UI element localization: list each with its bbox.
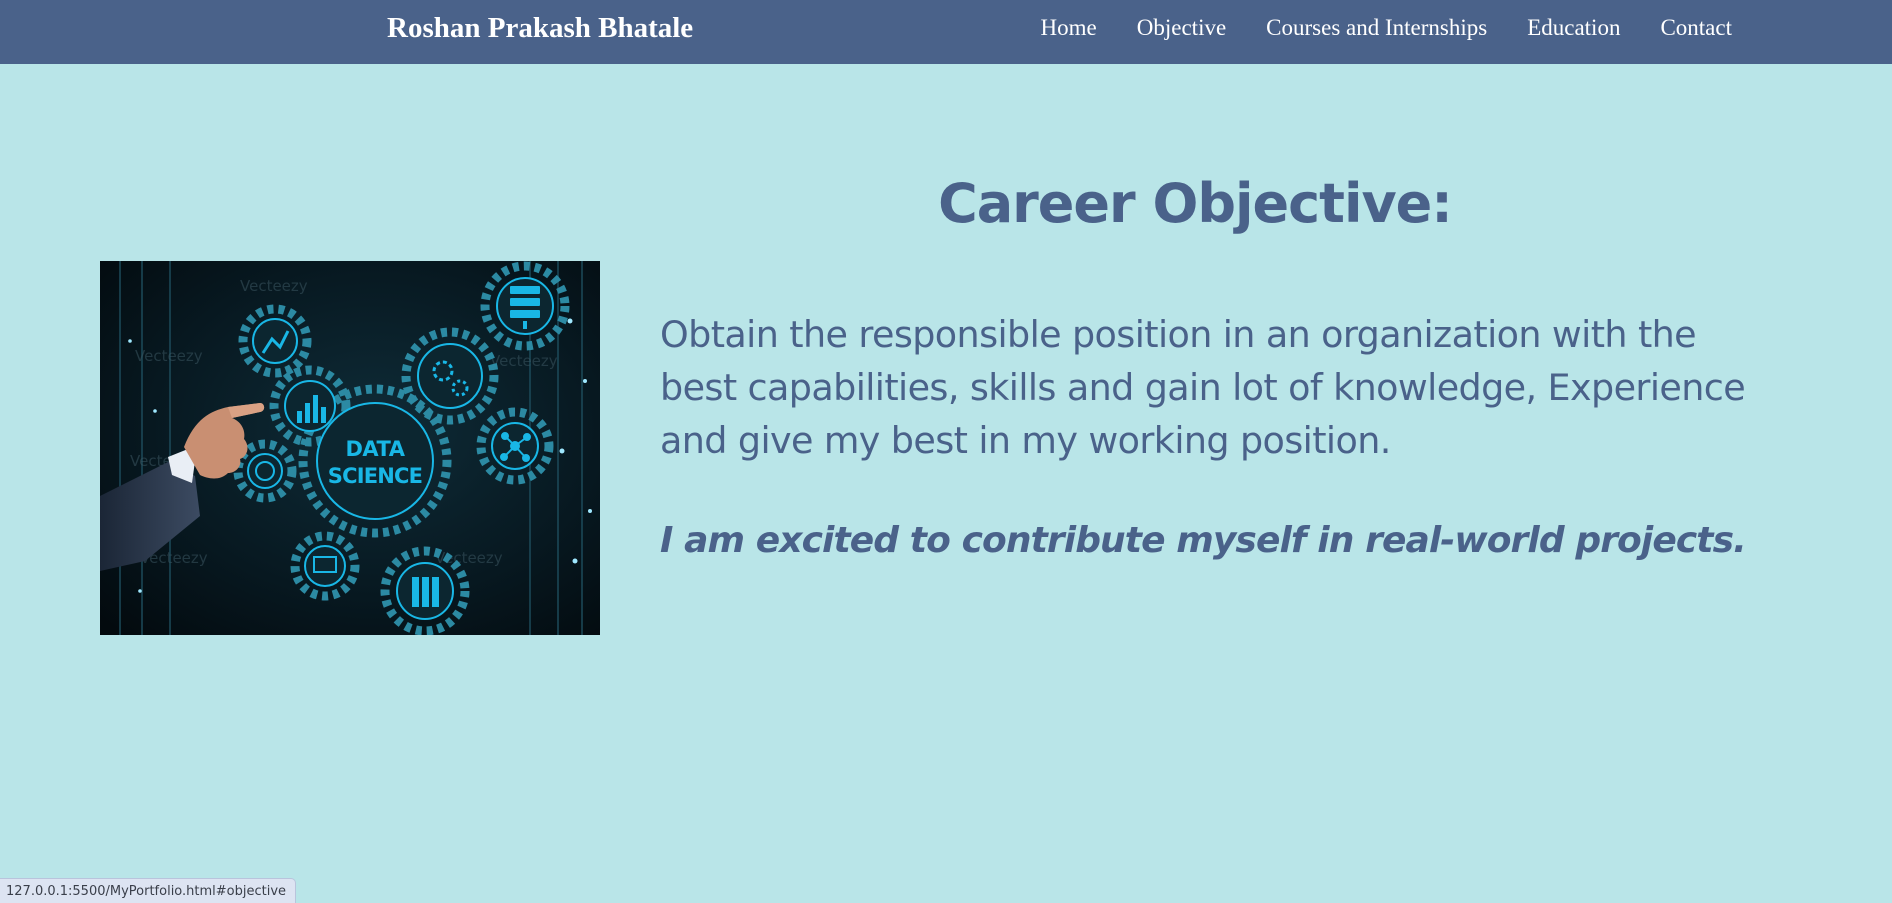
nav-link-education[interactable]: Education	[1527, 15, 1620, 41]
objective-line: best capabilities, skills and gain lot o…	[660, 366, 1746, 409]
nav-link-home[interactable]: Home	[1041, 15, 1097, 41]
nav-link-courses-and-internships[interactable]: Courses and Internships	[1266, 15, 1487, 41]
image-text-data: DATA	[345, 437, 405, 461]
nav-menu: Home Objective Courses and Internships E…	[1041, 15, 1732, 41]
image-text-science: SCIENCE	[328, 464, 422, 488]
data-science-image: Vecteezy Vecteezy Vecteezy Vecteezy Vect…	[100, 261, 600, 635]
watermark-text: Vecteezy	[135, 347, 203, 365]
objective-paragraph: Obtain the responsible position in an or…	[660, 308, 1770, 467]
status-bar-url: 127.0.0.1:5500/MyPortfolio.html#objectiv…	[0, 878, 297, 903]
watermark-text: Vecteezy	[240, 277, 308, 295]
objective-line: and give my best in my working position.	[660, 419, 1391, 462]
database-icon	[412, 577, 439, 607]
page-title: Career Objective:	[938, 172, 1453, 235]
brand-name[interactable]: Roshan Prakash Bhatale	[387, 12, 693, 45]
top-navbar: Roshan Prakash Bhatale Home Objective Co…	[0, 0, 1892, 64]
nav-link-contact[interactable]: Contact	[1660, 15, 1732, 41]
nav-link-objective[interactable]: Objective	[1137, 15, 1226, 41]
objective-line: Obtain the responsible position in an or…	[660, 313, 1697, 356]
watermark-text: Vecteezy	[490, 352, 558, 370]
tagline: I am excited to contribute myself in rea…	[660, 520, 1747, 561]
